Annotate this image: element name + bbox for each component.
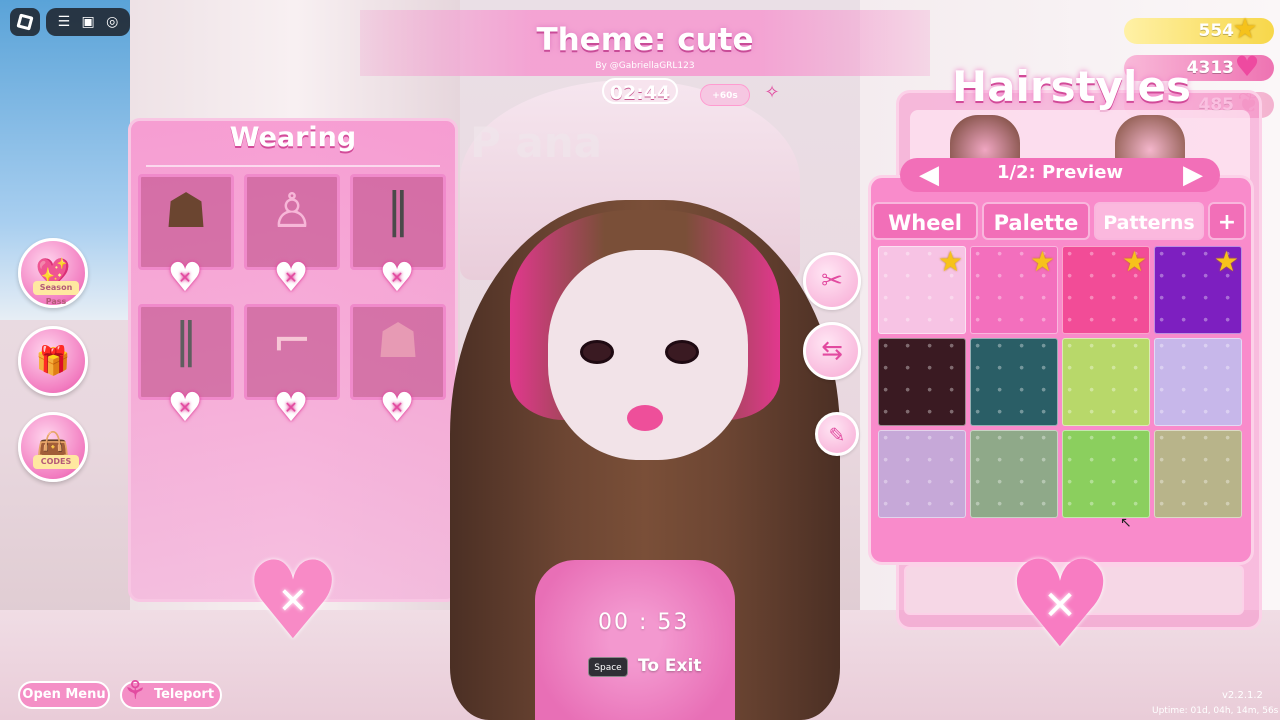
pattern-swatch[interactable]: ★ [878,246,966,334]
teleport-icon: ⚘ [123,676,147,706]
remove-item-button[interactable]: ♥ ✕ [269,258,313,298]
brush-icon: ✎ [828,423,846,447]
headset-icon[interactable]: ◎ [106,15,118,29]
star-icon: ★ [1232,12,1258,45]
star-icon: ★ [937,245,963,278]
color-mode-tabs: Wheel Palette Patterns + [872,202,1248,242]
avatar-eye [665,340,699,364]
avatar-lips [627,405,663,431]
avatar-dress [535,560,735,720]
version-label: v2.2.1.2 [1222,690,1263,701]
close-icon: ✕ [284,398,298,417]
hairstyles-title: Hairstyles [952,62,1191,111]
chat-icon[interactable]: ▣ [82,15,95,29]
remove-item-button[interactable]: ♥ ✕ [375,258,419,298]
chevron-right-icon[interactable]: ▶ [1176,158,1210,192]
close-icon: ✕ [178,398,192,417]
menu-icon[interactable]: ☰ [58,15,71,29]
mouse-cursor-icon: ↖ [1120,515,1132,531]
gem-icon: ♥ [1234,50,1260,83]
exit-hint: To Exit [638,656,702,676]
pattern-swatch[interactable] [1154,430,1242,518]
background-sign: P ana [470,118,602,167]
chevron-left-icon[interactable]: ◀ [912,158,946,192]
star-icon: ★ [1121,245,1147,278]
wing-icon[interactable]: ✧ [757,82,787,108]
remove-item-button[interactable]: ♥ ✕ [163,388,207,428]
heels-icon: ⌐ [271,313,313,369]
star-icon: ★ [1213,245,1239,278]
shop-button[interactable]: 🎁 [18,326,88,396]
pattern-swatch[interactable] [970,430,1058,518]
pattern-swatch[interactable] [1062,430,1150,518]
close-icon: ✕ [390,268,404,287]
stockings-icon: ∥ [174,313,198,369]
tab-add[interactable]: + [1208,202,1246,240]
swap-icon: ⇆ [821,336,843,366]
round-timer: 02:44 [602,78,678,104]
remove-item-button[interactable]: ♥ ✕ [269,388,313,428]
pattern-swatch[interactable]: ★ [970,246,1058,334]
close-icon: ✕ [277,581,309,622]
dress-icon: ♙ [270,183,314,239]
remove-item-button[interactable]: ♥ ✕ [375,388,419,428]
pattern-swatch[interactable] [878,338,966,426]
swap-tool-button[interactable]: ⇆ [803,322,861,380]
star-icon: ★ [1029,245,1055,278]
season-pass-tag: Season Pass [33,281,79,306]
uptime-label: Uptime: 01d, 04h, 14m, 56s [1152,706,1279,716]
space-key-icon: Space [588,657,628,677]
remove-item-button[interactable]: ♥ ✕ [163,258,207,298]
roblox-menu-button[interactable] [10,8,40,36]
pattern-swatch[interactable] [878,430,966,518]
pattern-swatch[interactable]: ★ [1154,246,1242,334]
codes-tag: CODES [33,455,79,469]
close-icon: ✕ [178,268,192,287]
season-pass-button[interactable]: 💖 Season Pass [18,238,88,308]
time-bonus-icon[interactable]: +60s [700,84,750,106]
roblox-logo-icon [16,13,34,31]
countdown-timer: 00 : 53 [598,610,690,635]
avatar-eye [580,340,614,364]
close-icon: ✕ [390,398,404,417]
codes-button[interactable]: 👜 CODES [18,412,88,482]
roblox-topbar: ☰ ▣ ◎ [46,8,130,36]
tab-patterns[interactable]: Patterns [1094,202,1204,240]
scissors-tool-button[interactable]: ✂ [803,252,861,310]
open-menu-button[interactable]: Open Menu [18,681,110,709]
divider [146,165,440,167]
shop-icon: 🎁 [35,344,71,377]
preview-label: 1/2: Preview [996,162,1124,183]
pattern-swatch[interactable]: ★ [1062,246,1150,334]
pattern-grid: ★ ★ ★ ★ [876,244,1246,522]
close-icon: ✕ [1043,583,1077,629]
hair-icon: ☗ [164,183,208,239]
scissors-icon: ✂ [821,266,843,296]
theme-title: Theme: cute [536,22,754,58]
close-wearing-button[interactable]: ♥ ✕ [238,548,348,656]
paint-tool-button[interactable]: ✎ [815,412,859,456]
wearing-title: Wearing [229,122,357,153]
close-hairstyles-button[interactable]: ♥ ✕ [998,546,1122,666]
close-icon: ✕ [284,268,298,287]
tab-wheel[interactable]: Wheel [872,202,978,240]
stockings-icon: ∥ [386,183,410,239]
hair-icon: ☗ [376,313,420,369]
pattern-swatch[interactable] [970,338,1058,426]
tab-palette[interactable]: Palette [982,202,1090,240]
theme-author: By @GabriellaGRL123 [595,61,695,71]
pattern-swatch[interactable] [1154,338,1242,426]
pattern-swatch[interactable] [1062,338,1150,426]
